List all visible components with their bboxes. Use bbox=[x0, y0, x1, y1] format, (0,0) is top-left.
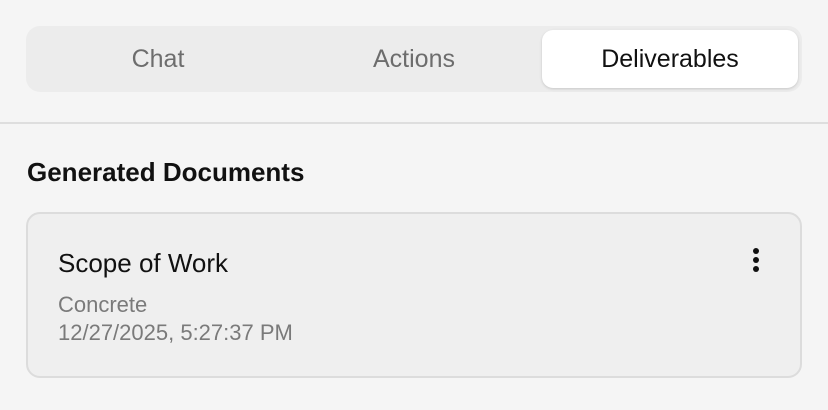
section-title: Generated Documents bbox=[27, 157, 305, 187]
tab-actions[interactable]: Actions bbox=[286, 30, 542, 88]
document-menu-button[interactable] bbox=[736, 240, 776, 280]
document-category: Concrete bbox=[58, 292, 148, 317]
header-divider bbox=[0, 122, 828, 124]
document-title: Scope of Work bbox=[58, 248, 229, 278]
document-card[interactable]: Scope of Work Concrete 12/27/2025, 5:27:… bbox=[26, 212, 802, 378]
tab-bar: Chat Actions Deliverables bbox=[26, 26, 802, 92]
tab-chat[interactable]: Chat bbox=[30, 30, 286, 88]
more-vertical-icon bbox=[753, 248, 759, 272]
document-timestamp: 12/27/2025, 5:27:37 PM bbox=[58, 320, 293, 345]
tab-deliverables[interactable]: Deliverables bbox=[542, 30, 798, 88]
